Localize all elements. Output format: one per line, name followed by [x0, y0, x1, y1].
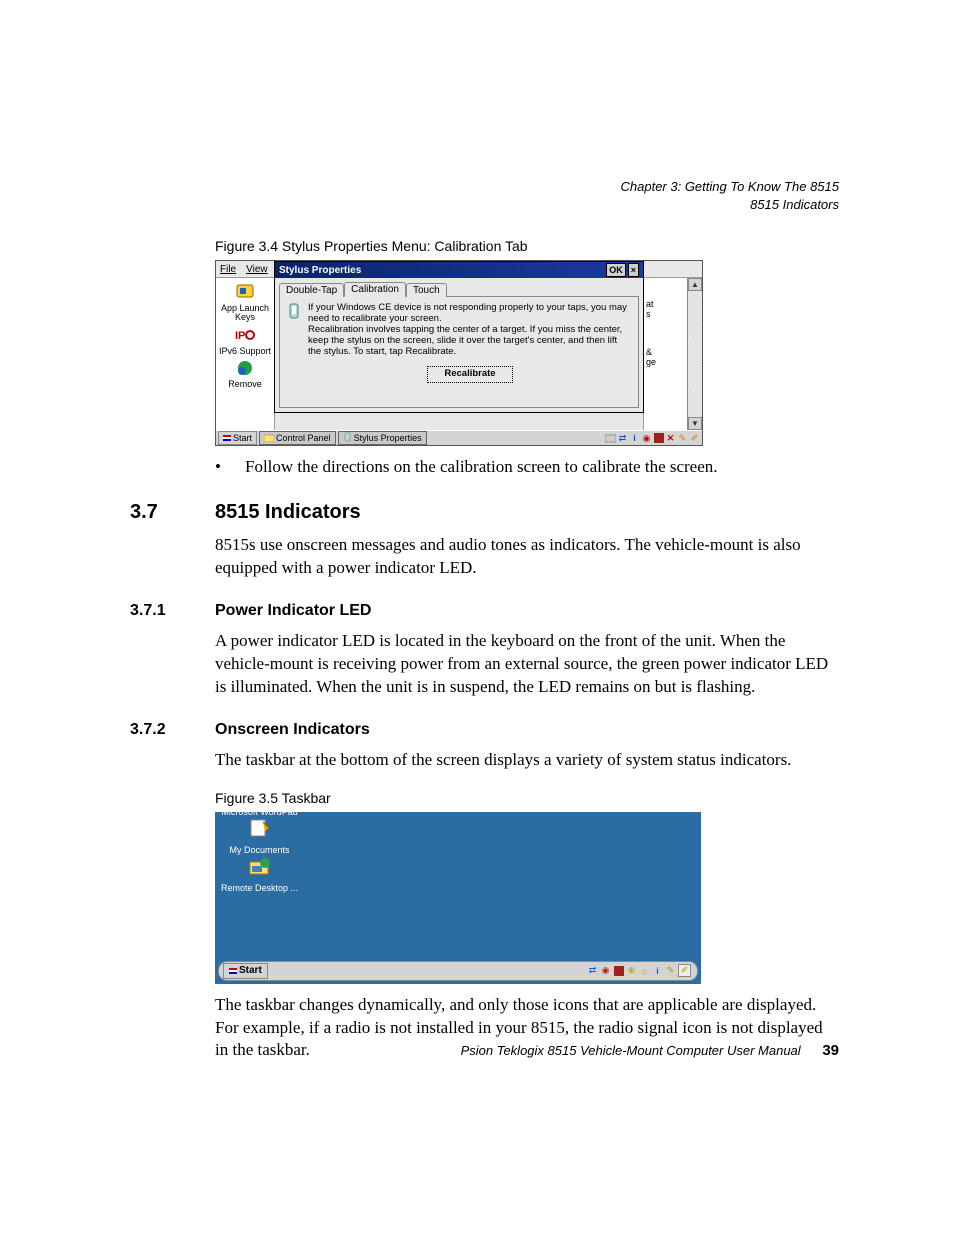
taskbar-stylus-properties[interactable]: Stylus Properties [338, 431, 427, 445]
app-launch-icon[interactable] [234, 282, 256, 302]
close-button[interactable]: × [628, 263, 639, 277]
page: Chapter 3: Getting To Know The 8515 8515… [0, 0, 954, 1235]
window-body: App Launch Keys IP IPv6 Support Remove × [216, 278, 702, 430]
system-tray: ⇄ i ◉ ✕ ✎ ✐ [605, 433, 700, 444]
tray-alert-icon[interactable]: ◉ [641, 433, 652, 444]
taskbar: Start Control Panel Stylus Properties [216, 430, 702, 445]
right-text-fragments: at s & ge [646, 300, 656, 368]
section-3-7-title: 8515 Indicators [215, 501, 361, 524]
remove-label: Remove [228, 380, 262, 389]
section-3-7-2-number: 3.7.2 [130, 721, 215, 739]
figure-3-4-caption: Figure 3.4 Stylus Properties Menu: Calib… [215, 238, 839, 254]
section-3-7-number: 3.7 [130, 501, 215, 524]
page-footer: Psion Teklogix 8515 Vehicle-Mount Comput… [130, 1042, 839, 1059]
pane-text-2: Recalibration involves tapping the cente… [308, 325, 632, 358]
ipv6-icon[interactable]: IP [234, 325, 256, 345]
section-3-7-1-heading: 3.7.1 Power Indicator LED [130, 602, 839, 620]
pane-text: If your Windows CE device is not respond… [308, 303, 632, 401]
svg-text:IP: IP [235, 330, 245, 342]
menu-view[interactable]: View [246, 264, 268, 275]
desktop-my-documents[interactable]: My Documents [230, 846, 290, 878]
left-icon-column: App Launch Keys IP IPv6 Support Remove [216, 278, 275, 430]
windows-logo-icon [223, 435, 231, 441]
recalibrate-button[interactable]: Recalibrate [427, 366, 512, 383]
stylus-small-icon [343, 432, 352, 444]
desktop-wordpad[interactable]: Microsoft WordPad [221, 812, 297, 840]
desktop-icons: Microsoft WordPad My Documents Remote De… [221, 812, 298, 894]
tray2-globe-icon[interactable]: ⊕ [626, 965, 637, 976]
section-3-7-1-number: 3.7.1 [130, 602, 215, 620]
remove-icon[interactable] [234, 358, 256, 378]
system-tray-2: ⇄ ◉ ⊕ ⌂ i ✎ ✐ [585, 964, 693, 978]
scroll-up-button[interactable]: ▲ [688, 278, 702, 291]
figure-3-4-screenshot: File View App Launch Keys IP IPv6 Suppor… [215, 260, 839, 446]
tray2-pen-icon[interactable]: ✐ [678, 964, 691, 977]
content: Figure 3.4 Stylus Properties Menu: Calib… [130, 238, 839, 1062]
folder-icon [264, 433, 274, 444]
dialog-tabs: Double-Tap Calibration Touch [275, 278, 643, 296]
section-3-7-2-body-1: The taskbar at the bottom of the screen … [215, 749, 839, 772]
wordpad-icon [248, 817, 272, 839]
header-line-1: Chapter 3: Getting To Know The 8515 [621, 178, 840, 196]
tray-info-icon[interactable]: i [629, 433, 640, 444]
my-documents-icon [248, 855, 272, 877]
figure-3-5-caption: Figure 3.5 Taskbar [215, 790, 839, 806]
tray-pen-icon[interactable]: ✐ [689, 433, 700, 444]
tab-calibration[interactable]: Calibration [344, 282, 406, 297]
tray-close-icon[interactable]: ✕ [665, 433, 676, 444]
section-3-7-body: 8515s use onscreen messages and audio to… [215, 534, 839, 580]
dialog-title: Stylus Properties [279, 265, 361, 276]
tray-sip-icon[interactable]: ✎ [677, 433, 688, 444]
scrollbar[interactable]: ▲ ▼ [687, 278, 702, 430]
tray2-lock-icon[interactable]: ⌂ [639, 965, 650, 976]
start-button[interactable]: Start [218, 431, 257, 445]
tray2-alert-icon[interactable]: ◉ [600, 965, 611, 976]
stylus-dialog: Stylus Properties OK × Double-Tap Calibr… [274, 261, 644, 413]
section-3-7-heading: 3.7 8515 Indicators [130, 501, 839, 524]
tray2-sip-icon[interactable]: ✎ [665, 965, 676, 976]
start-button-2[interactable]: Start [223, 963, 268, 979]
section-3-7-2-title: Onscreen Indicators [215, 721, 370, 739]
section-3-7-1-title: Power Indicator LED [215, 602, 371, 620]
scroll-down-button[interactable]: ▼ [688, 417, 702, 430]
running-header: Chapter 3: Getting To Know The 8515 8515… [621, 178, 840, 213]
tab-touch[interactable]: Touch [406, 283, 447, 297]
tray-network-icon[interactable]: ⇄ [617, 433, 628, 444]
tray2-status-icon[interactable] [613, 965, 624, 976]
stylus-properties-window: File View App Launch Keys IP IPv6 Suppor… [215, 260, 703, 446]
bullet-text: Follow the directions on the calibration… [245, 456, 718, 479]
figure-3-5-screenshot: Microsoft WordPad My Documents Remote De… [215, 812, 701, 984]
tray-status-icon[interactable] [653, 433, 664, 444]
pane-text-1: If your Windows CE device is not respond… [308, 303, 632, 325]
tab-double-tap[interactable]: Double-Tap [279, 283, 344, 297]
ok-button[interactable]: OK [606, 263, 626, 277]
remote-label: Remote Desktop ... [221, 884, 298, 893]
calibration-pane: If your Windows CE device is not respond… [279, 296, 639, 408]
bullet-item: • Follow the directions on the calibrati… [215, 456, 839, 479]
ipv6-label: IPv6 Support [219, 347, 271, 356]
right-column: × ▲ ▼ at s & ge [643, 278, 702, 430]
page-number: 39 [822, 1042, 839, 1059]
menu-file[interactable]: File [220, 264, 236, 275]
dialog-titlebar: Stylus Properties OK × [275, 262, 643, 278]
taskbar-control-panel[interactable]: Control Panel [259, 431, 336, 445]
desktop-remote-desktop[interactable]: Remote Desktop ... [221, 884, 298, 893]
app-launch-label: App Launch Keys [216, 304, 274, 323]
titlebar-buttons: OK × [606, 263, 639, 277]
tray2-info-icon[interactable]: i [652, 965, 663, 976]
windows-logo-icon-2 [229, 968, 237, 974]
stylus-icon [286, 303, 302, 401]
footer-text: Psion Teklogix 8515 Vehicle-Mount Comput… [461, 1043, 801, 1058]
desktop-taskbar: Start ⇄ ◉ ⊕ ⌂ i ✎ ✐ [218, 961, 698, 981]
wordpad-label: Microsoft WordPad [221, 812, 297, 817]
section-3-7-2-heading: 3.7.2 Onscreen Indicators [130, 721, 839, 739]
tray2-network-icon[interactable]: ⇄ [587, 965, 598, 976]
bullet-marker: • [215, 456, 245, 479]
tray-keyboard-icon[interactable] [605, 433, 616, 444]
header-line-2: 8515 Indicators [621, 196, 840, 214]
section-3-7-1-body: A power indicator LED is located in the … [215, 630, 839, 699]
mydocs-label: My Documents [230, 846, 290, 855]
